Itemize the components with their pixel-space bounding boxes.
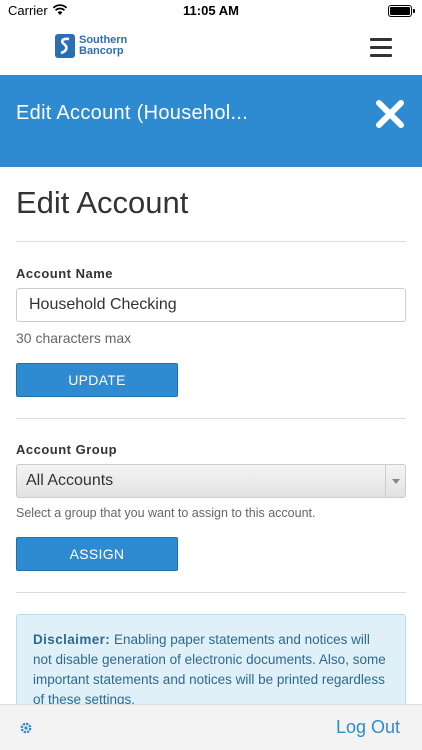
logo-mark-icon xyxy=(55,34,75,58)
hamburger-icon-bar xyxy=(370,38,392,41)
disclaimer-label: Disclaimer: xyxy=(33,632,111,647)
menu-button[interactable] xyxy=(370,38,392,58)
southern-bancorp-logo[interactable]: Southern Bancorp xyxy=(55,32,127,60)
account-group-label: Account Group xyxy=(16,442,118,457)
app-header: Southern Bancorp xyxy=(0,22,422,75)
hamburger-icon-bar xyxy=(370,54,392,57)
hamburger-icon-bar xyxy=(370,46,392,49)
gear-icon[interactable] xyxy=(19,721,33,735)
divider xyxy=(16,241,406,242)
title-bar: Edit Account (Househol... xyxy=(0,75,422,167)
account-name-input[interactable] xyxy=(16,288,406,322)
bottom-bar: Log Out xyxy=(0,704,422,750)
logout-link[interactable]: Log Out xyxy=(336,717,400,738)
account-name-help: 30 characters max xyxy=(16,330,132,346)
page-heading: Edit Account xyxy=(16,185,189,220)
account-group-help: Select a group that you want to assign t… xyxy=(16,506,316,520)
update-button[interactable]: UPDATE xyxy=(16,363,178,397)
disclaimer-box: Disclaimer: Enabling paper statements an… xyxy=(16,614,406,704)
account-name-label: Account Name xyxy=(16,266,114,281)
close-icon[interactable] xyxy=(374,98,406,130)
divider xyxy=(16,418,406,419)
status-bar: Carrier 11:05 AM xyxy=(0,0,422,22)
logo-line-2: Bancorp xyxy=(79,45,124,57)
edit-account-form: Edit Account Account Name 30 characters … xyxy=(0,167,422,704)
logo-text: Southern Bancorp xyxy=(79,35,127,57)
battery-icon xyxy=(388,5,415,17)
chevron-down-icon xyxy=(385,465,405,497)
status-time: 11:05 AM xyxy=(183,3,239,18)
assign-button[interactable]: ASSIGN xyxy=(16,537,178,571)
account-group-select[interactable]: All Accounts xyxy=(16,464,406,498)
modal-title: Edit Account (Househol... xyxy=(16,102,249,124)
account-group-selected: All Accounts xyxy=(26,472,114,489)
divider xyxy=(16,592,406,593)
